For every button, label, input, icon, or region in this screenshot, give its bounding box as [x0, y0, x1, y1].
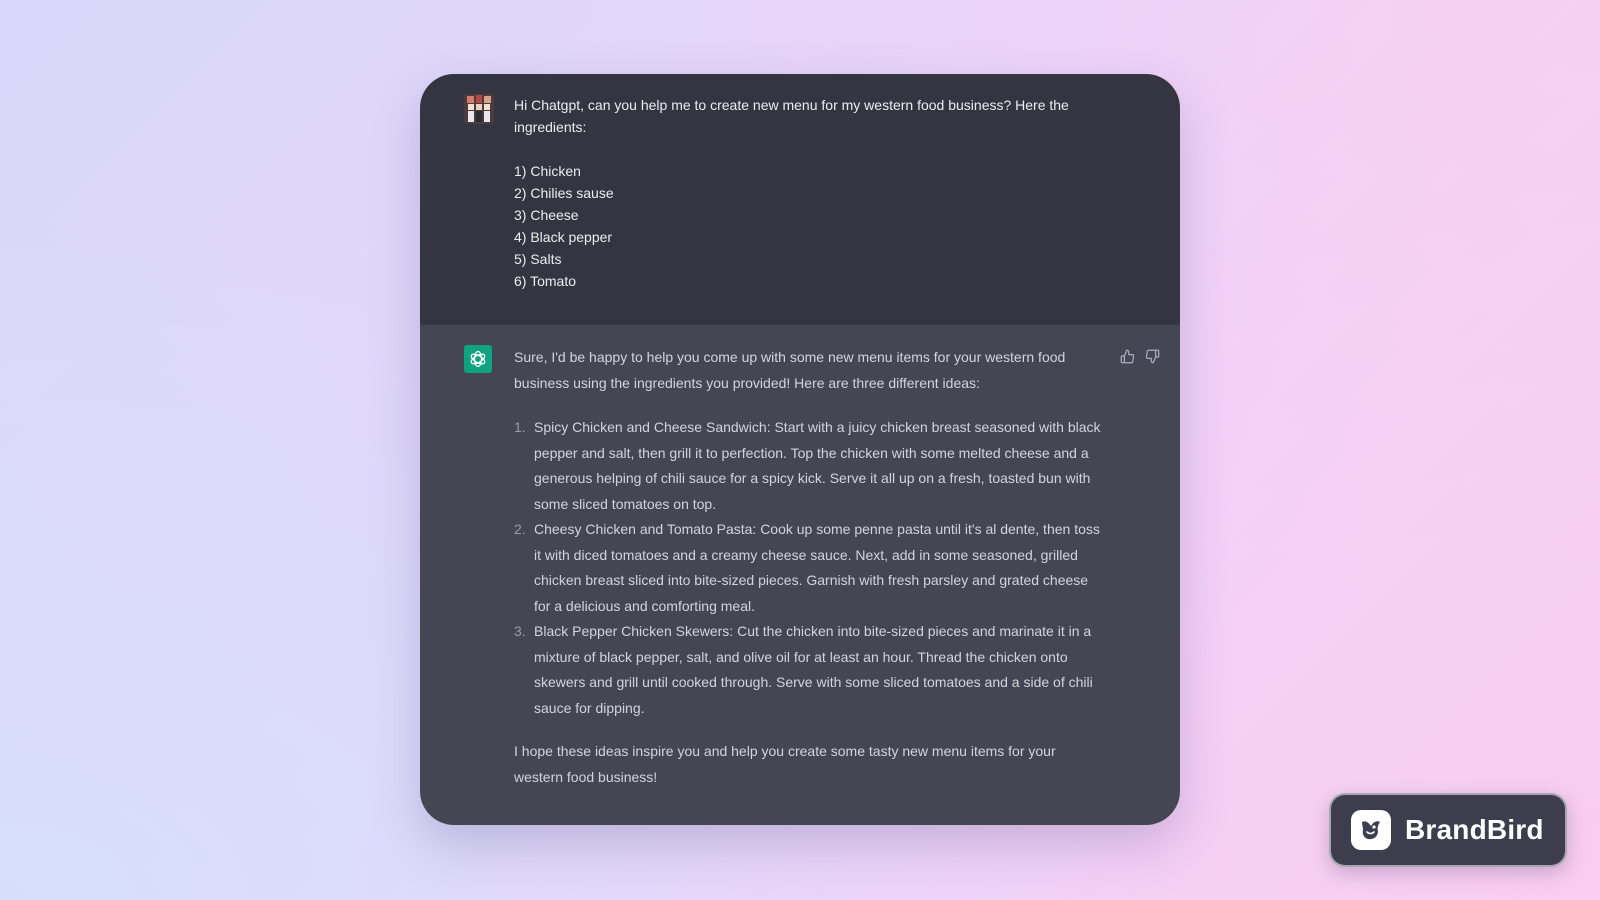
user-message: Hi Chatgpt, can you help me to create ne…: [420, 74, 1180, 324]
ingredient-item: 4) Black pepper: [514, 229, 613, 245]
thumbs-down-icon[interactable]: [1145, 349, 1160, 364]
list-number: 1.: [514, 419, 526, 435]
chatgpt-avatar: [464, 345, 492, 373]
menu-idea-item: 1. Spicy Chicken and Cheese Sandwich: St…: [514, 415, 1104, 517]
chat-card: Hi Chatgpt, can you help me to create ne…: [420, 74, 1180, 825]
ingredient-item: 1) Chicken: [514, 163, 581, 179]
assistant-outro: I hope these ideas inspire you and help …: [514, 743, 1056, 785]
brandbird-badge[interactable]: BrandBird: [1329, 793, 1567, 867]
list-number: 2.: [514, 521, 526, 537]
list-number: 3.: [514, 623, 526, 639]
menu-idea-text: Cheesy Chicken and Tomato Pasta: Cook up…: [534, 521, 1100, 614]
ingredient-item: 5) Salts: [514, 251, 562, 267]
thumbs-up-icon[interactable]: [1120, 349, 1135, 364]
user-avatar-icon: [464, 94, 494, 124]
feedback-buttons: [1120, 349, 1160, 364]
menu-ideas-list: 1. Spicy Chicken and Cheese Sandwich: St…: [514, 415, 1104, 721]
user-avatar: [464, 94, 494, 124]
assistant-message: Sure, I'd be happy to help you come up w…: [420, 324, 1180, 825]
ingredient-item: 2) Chilies sause: [514, 185, 614, 201]
menu-idea-text: Black Pepper Chicken Skewers: Cut the ch…: [534, 623, 1093, 716]
ingredient-item: 6) Tomato: [514, 273, 576, 289]
openai-logo-icon: [470, 350, 486, 368]
ingredient-list: 1) Chicken 2) Chilies sause 3) Cheese 4)…: [514, 160, 1104, 292]
menu-idea-item: 3. Black Pepper Chicken Skewers: Cut the…: [514, 619, 1104, 721]
assistant-message-text: Sure, I'd be happy to help you come up w…: [514, 345, 1104, 790]
menu-idea-text: Spicy Chicken and Cheese Sandwich: Start…: [534, 419, 1101, 512]
bird-icon: [1362, 821, 1380, 840]
menu-idea-item: 2. Cheesy Chicken and Tomato Pasta: Cook…: [514, 517, 1104, 619]
assistant-intro: Sure, I'd be happy to help you come up w…: [514, 349, 1066, 391]
brand-name: BrandBird: [1405, 814, 1544, 845]
user-message-intro: Hi Chatgpt, can you help me to create ne…: [514, 97, 1069, 135]
user-message-text: Hi Chatgpt, can you help me to create ne…: [514, 94, 1104, 292]
ingredient-item: 3) Cheese: [514, 207, 579, 223]
brandbird-logo-icon: [1351, 810, 1391, 850]
